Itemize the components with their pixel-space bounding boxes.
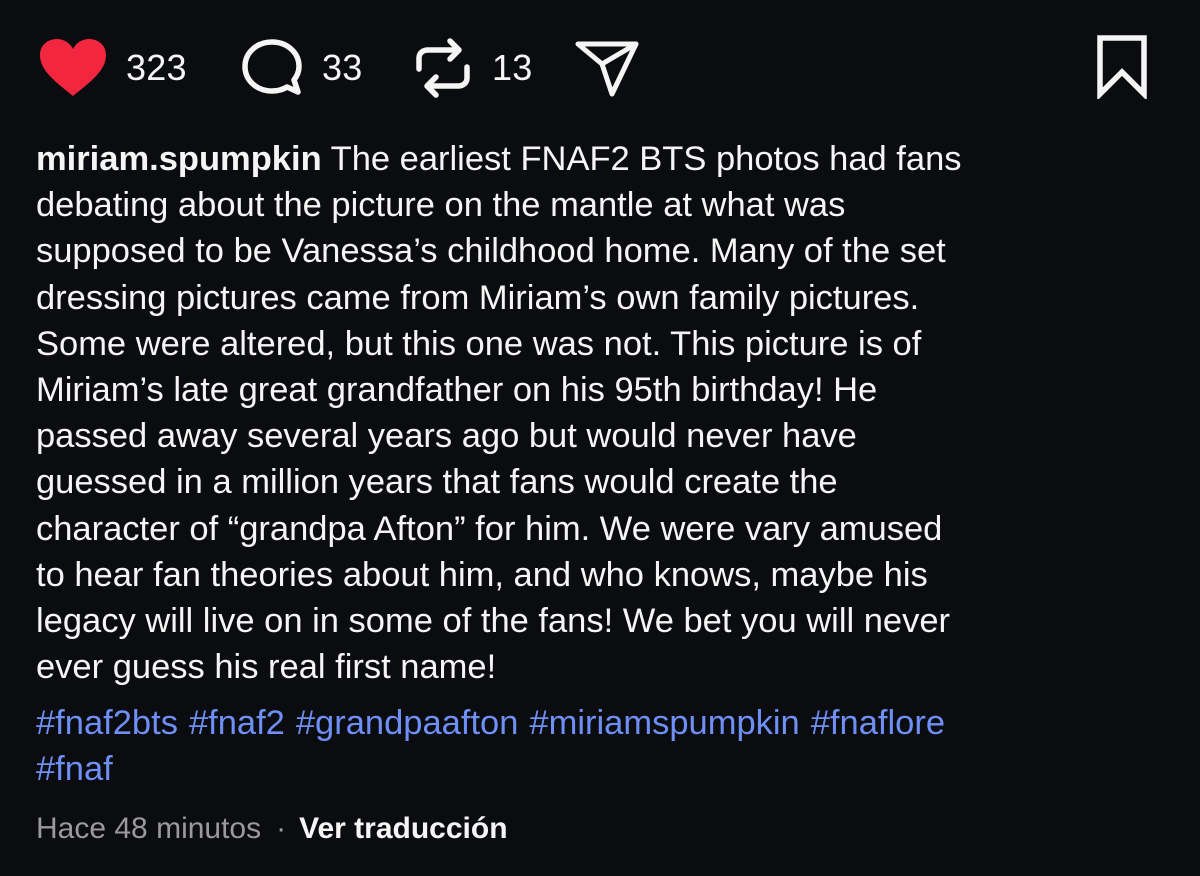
hashtag-link[interactable]: #grandpaafton (296, 704, 519, 742)
hashtag-link[interactable]: #fnaflore (811, 704, 945, 742)
like-count: 323 (126, 47, 187, 88)
repost-icon[interactable] (412, 36, 474, 100)
like-button[interactable]: 323 (38, 28, 187, 108)
bookmark-icon[interactable] (1094, 33, 1150, 104)
hashtag-list: #fnaf2bts #fnaf2 #grandpaafton #miriamspump… (36, 700, 1176, 792)
hashtag-link[interactable]: #fnaf2 (189, 704, 285, 742)
caption-line: Miriam’s late great grandfather on his 9… (36, 371, 878, 410)
post-caption: miriam.spumpkin The earliest FNAF2 BTS p… (36, 136, 1176, 690)
share-button[interactable] (574, 28, 640, 108)
caption-line: Some were altered, but this one was not.… (36, 324, 922, 363)
paper-plane-icon[interactable] (574, 36, 640, 100)
hashtag-link[interactable]: #fnaf (36, 750, 113, 788)
comment-count: 33 (322, 47, 363, 88)
post-meta: Hace 48 minutos · Ver traducción (36, 806, 508, 852)
caption-line: ever guess his real first name! (36, 648, 497, 687)
caption-line: supposed to be Vanessa’s childhood home.… (36, 232, 946, 271)
timestamp: Hace 48 minutos (36, 812, 262, 845)
speech-bubble-icon[interactable] (240, 36, 304, 100)
caption-text: The earliest FNAF2 BTS photos had fans (321, 140, 962, 178)
save-button[interactable] (1094, 28, 1150, 108)
heart-icon[interactable] (38, 38, 108, 98)
caption-line: dressing pictures came from Miriam’s own… (36, 278, 920, 317)
caption-line: legacy will live on in some of the fans!… (36, 602, 951, 641)
separator-dot: · (276, 812, 287, 845)
hashtag-link[interactable]: #fnaf2bts (36, 704, 178, 742)
action-bar: 323 33 13 (0, 28, 1200, 108)
hashtag-link[interactable]: #miriamspumpkin (529, 704, 799, 742)
caption-line: passed away several years ago but would … (36, 417, 857, 456)
comment-button[interactable]: 33 (240, 28, 362, 108)
caption-line: debating about the picture on the mantle… (36, 186, 846, 225)
caption-line: miriam.spumpkin The earliest FNAF2 BTS p… (36, 136, 1176, 182)
caption-line: guessed in a million years that fans wou… (36, 463, 838, 502)
caption-line: character of “grandpa Afton” for him. We… (36, 509, 943, 548)
repost-button[interactable]: 13 (412, 28, 532, 108)
repost-count: 13 (492, 47, 533, 88)
username-link[interactable]: miriam.spumpkin (36, 140, 322, 178)
translate-link[interactable]: Ver traducción (299, 806, 507, 852)
caption-line: to hear fan theories about him, and who … (36, 555, 928, 594)
